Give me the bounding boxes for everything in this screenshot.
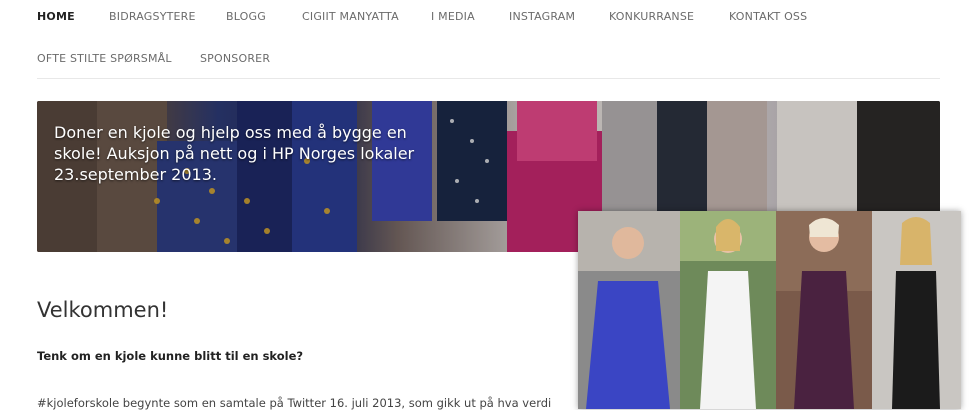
lead-text: Tenk om en kjole kunne blitt til en skol… bbox=[37, 349, 304, 363]
nav-item-ofte-stilte-sporsmal[interactable]: OFTE STILTE SPØRSMÅL bbox=[37, 52, 172, 65]
nav-item-i-media[interactable]: I MEDIA bbox=[431, 10, 475, 23]
nav-item-bidragsytere[interactable]: BIDRAGSYTERE bbox=[109, 10, 196, 23]
nav-item-blogg[interactable]: BLOGG bbox=[226, 10, 266, 23]
nav-item-sponsorer[interactable]: SPONSORER bbox=[200, 52, 270, 65]
nav-item-konkurranse[interactable]: KONKURRANSE bbox=[609, 10, 694, 23]
nav-item-instagram[interactable]: INSTAGRAM bbox=[509, 10, 575, 23]
welcome-heading: Velkommen! bbox=[37, 298, 169, 322]
nav-divider bbox=[37, 78, 940, 79]
celebrity-photo-collage bbox=[578, 211, 961, 409]
nav-item-kontakt-oss[interactable]: KONTAKT OSS bbox=[729, 10, 807, 23]
nav-item-home[interactable]: HOME bbox=[37, 10, 75, 23]
intro-paragraph: #kjoleforskole begynte som en samtale på… bbox=[37, 396, 552, 410]
photo-collage-image bbox=[578, 211, 961, 409]
nav-item-cigiit-manyatta[interactable]: CIGIIT MANYATTA bbox=[302, 10, 399, 23]
main-navigation: HOME BIDRAGSYTERE BLOGG CIGIIT MANYATTA … bbox=[0, 0, 978, 78]
hero-caption: Doner en kjole og hjelp oss med å bygge … bbox=[54, 123, 415, 184]
